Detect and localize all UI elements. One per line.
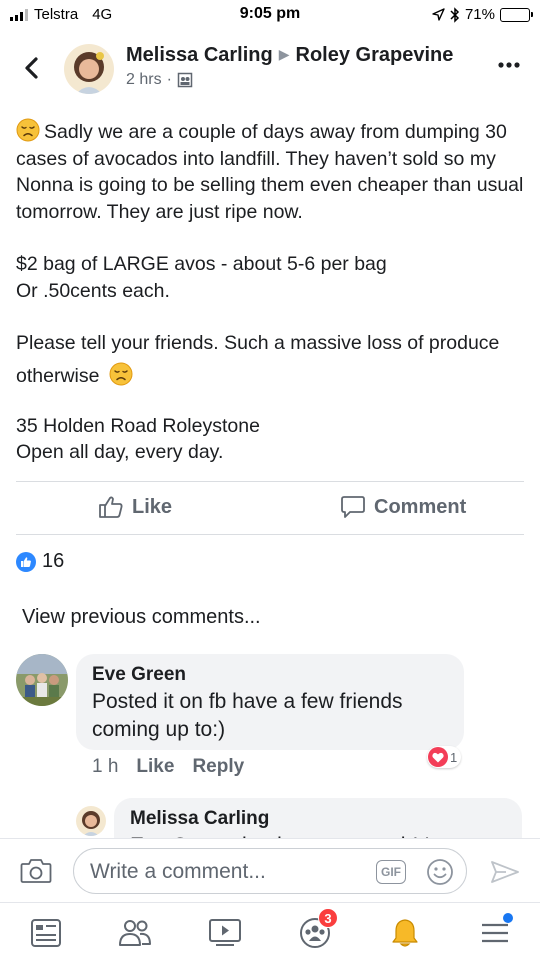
group-privacy-icon [177, 72, 193, 88]
comment-icon [341, 496, 365, 518]
tab-watch[interactable] [205, 915, 245, 951]
comment-button[interactable]: Comment [340, 495, 466, 519]
post-author-name[interactable]: Melissa Carling [126, 44, 273, 66]
reaction-count: 16 [42, 550, 65, 572]
comment-text: Posted it on fb have a few friends comin… [92, 690, 403, 741]
post-paragraph: Sadly we are a couple of days away from … [16, 118, 528, 225]
news-feed-icon [31, 919, 61, 947]
like-reaction-icon [16, 551, 36, 572]
bell-icon [392, 919, 418, 947]
post-action-bar: Like Comment [16, 481, 524, 535]
tab-news-feed[interactable] [26, 915, 66, 951]
bluetooth-icon [450, 6, 460, 23]
location-arrow-icon [432, 8, 445, 21]
post-header: Melissa Carling ▶ Roley Grapevine 2 hrs · [0, 40, 540, 100]
like-label: Like [132, 495, 173, 518]
comment-input[interactable]: Write a comment... GIF [73, 848, 467, 894]
send-icon[interactable] [490, 860, 520, 884]
status-bar: Telstra 4G 9:05 pm 71% [0, 0, 540, 30]
more-dots-icon[interactable] [498, 62, 520, 68]
comment-label: Comment [374, 495, 467, 518]
smiley-icon[interactable] [426, 858, 454, 886]
reply-author[interactable]: Melissa Carling [130, 808, 506, 830]
comment-input-placeholder: Write a comment... [90, 860, 266, 883]
meta-separator: · [166, 71, 172, 88]
reply-comment: Melissa Carling Eve Green thank you so m… [0, 798, 540, 840]
comment-author[interactable]: Eve Green [92, 664, 448, 686]
watch-icon [209, 919, 241, 946]
comment-reply-button[interactable]: Reply [192, 756, 244, 778]
post-body: Sadly we are a couple of days away from … [16, 118, 528, 492]
reaction-summary[interactable]: 16 [16, 550, 64, 573]
tab-groups[interactable]: 3 [295, 908, 338, 951]
like-button[interactable]: Like [98, 495, 172, 519]
menu-icon [482, 923, 508, 943]
battery-icon [500, 7, 533, 22]
post-paragraph: 35 Holden Road Roleystone Open all day, … [16, 414, 260, 464]
post-group-name[interactable]: Roley Grapevine [296, 44, 454, 66]
post-timestamp[interactable]: 2 hrs [126, 71, 162, 89]
heart-icon [428, 747, 448, 767]
disappointed-face-icon [109, 362, 133, 386]
like-thumb-icon [99, 496, 123, 518]
camera-icon[interactable] [20, 858, 52, 884]
comment-bubble[interactable]: Eve Green Posted it on fb have a few fri… [76, 654, 464, 750]
gif-icon[interactable]: GIF [376, 860, 406, 884]
author-avatar[interactable] [64, 44, 114, 94]
post-paragraph: Please tell your friends. Such a massive… [16, 331, 500, 387]
disappointed-face-icon [16, 118, 40, 142]
bottom-tab-bar: 3 [0, 902, 540, 960]
comment-reaction-count: 1 [450, 749, 458, 765]
comment-meta: 1 h Like Reply [92, 756, 244, 778]
comment-reaction-badge[interactable]: 1 [427, 746, 462, 768]
view-previous-comments-link[interactable]: View previous comments... [22, 606, 261, 629]
menu-notification-dot [503, 913, 513, 923]
commenter-avatar[interactable] [16, 654, 68, 706]
comment-like-button[interactable]: Like [136, 756, 174, 778]
tab-menu[interactable] [475, 913, 515, 951]
post-paragraph: $2 bag of LARGE avos - about 5-6 per bag… [16, 253, 387, 302]
battery-percent: 71% [464, 6, 495, 23]
comment-composer: Write a comment... GIF [0, 838, 540, 902]
comment-time: 1 h [92, 756, 119, 777]
reply-bubble[interactable]: Melissa Carling Eve Green thank you so m… [114, 798, 522, 840]
reply-avatar[interactable] [76, 806, 106, 836]
back-chevron-icon[interactable] [18, 54, 46, 82]
groups-notification-badge: 3 [318, 908, 338, 928]
shared-to-arrow-icon: ▶ [278, 46, 290, 62]
tab-notifications[interactable] [385, 915, 425, 951]
friends-icon [119, 920, 151, 946]
tab-friends[interactable] [115, 915, 155, 951]
